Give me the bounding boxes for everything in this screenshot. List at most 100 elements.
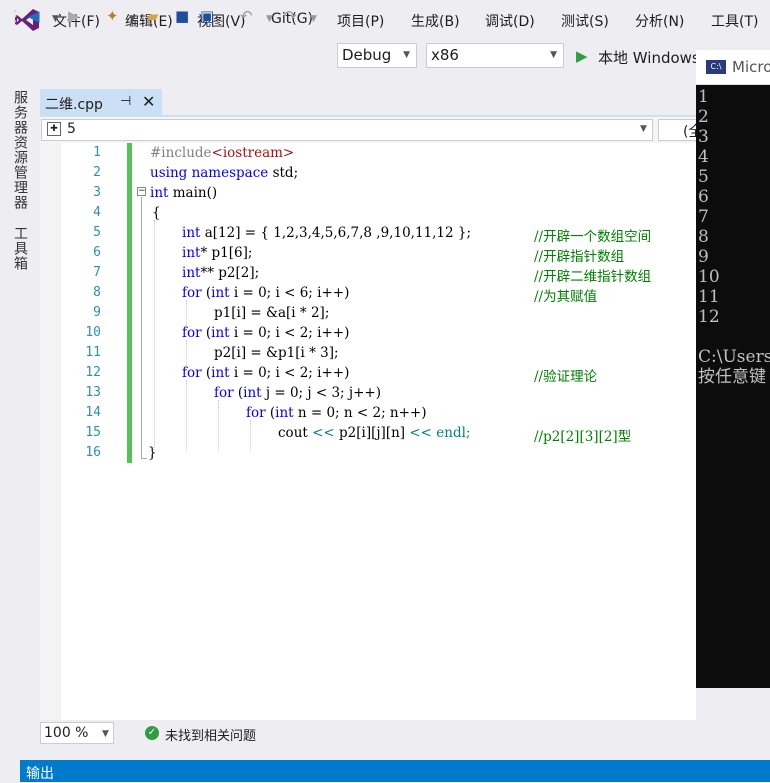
code-line: for (int i = 0; i < 2; i++)	[182, 365, 349, 381]
code-token: n = 0; n < 2; n++)	[293, 405, 427, 421]
code-line: int** p2[2];	[182, 265, 259, 281]
code-token: (	[201, 325, 212, 341]
redo-dropdown-icon[interactable]: ▼	[310, 11, 317, 27]
code-token: * p1[6];	[200, 245, 253, 261]
console-app-icon: C:\	[706, 60, 726, 74]
console-path-line: C:\Users	[698, 347, 770, 367]
code-token: p2[i] = &p1[i * 3];	[214, 345, 339, 361]
code-token: (	[265, 405, 276, 421]
line-number: 7	[93, 265, 101, 280]
chevron-down-icon: ▼	[403, 50, 410, 60]
line-number: 16	[85, 445, 101, 460]
back-dropdown-icon[interactable]: ▼	[52, 11, 59, 27]
code-token: i = 0; i < 2; i++)	[229, 325, 350, 341]
console-output-line: 2	[698, 107, 709, 127]
line-number: 8	[93, 285, 101, 300]
check-circle-icon: ✓	[145, 726, 159, 740]
code-token: (	[233, 385, 244, 401]
keyword-token: int	[211, 325, 230, 341]
code-token: {	[152, 205, 161, 221]
console-output-line: 5	[698, 167, 709, 187]
chevron-down-icon[interactable]: ▼	[102, 729, 109, 739]
indent-guide	[186, 380, 187, 450]
code-line: int a[12] = { 1,2,3,4,5,6,7,8 ,9,10,11,1…	[182, 225, 471, 241]
menu-debug[interactable]: 调试(D)	[485, 11, 535, 31]
scope-icon: ✚	[47, 122, 61, 136]
code-line: }	[148, 445, 157, 461]
code-token: (	[201, 285, 212, 301]
keyword-token: int	[182, 225, 201, 241]
new-project-icon[interactable]: ✦	[106, 8, 119, 24]
indent-guide	[250, 420, 251, 450]
line-number: 5	[93, 225, 101, 240]
console-title: Micro	[732, 58, 770, 76]
undo-icon[interactable]: ↶	[240, 8, 253, 24]
console-prompt-line: 按任意键	[698, 367, 766, 387]
menu-tools[interactable]: 工具(T)	[711, 11, 758, 31]
back-icon[interactable]: ◀	[28, 8, 40, 24]
code-token: j = 0; j < 3; j++)	[261, 385, 381, 401]
platform-select[interactable]: x86 ▼	[426, 43, 564, 68]
line-number: 10	[85, 325, 101, 340]
code-line: for (int j = 0; j < 3; j++)	[214, 385, 381, 401]
operator-token: <<	[312, 425, 335, 441]
save-icon[interactable]: ■	[175, 8, 189, 24]
chevron-down-icon[interactable]: ▼	[640, 124, 647, 134]
member-select[interactable]	[41, 119, 653, 141]
menu-build[interactable]: 生成(B)	[411, 11, 460, 31]
console-output-line: 4	[698, 147, 709, 167]
collapse-icon[interactable]: −	[137, 187, 146, 196]
line-number: 9	[93, 305, 101, 320]
code-line: p1[i] = &a[i * 2];	[214, 305, 329, 321]
tab-server-explorer[interactable]: 服务器资源管理器	[10, 90, 30, 210]
code-token: a[12] = { 1,2,3,4,5,6,7,8 ,9,10,11,12 };	[200, 225, 472, 241]
pin-icon[interactable]: ⊣	[120, 94, 131, 109]
redo-icon[interactable]: ↷	[284, 8, 297, 24]
new-dropdown-icon[interactable]: ▼	[129, 11, 136, 27]
menu-project[interactable]: 项目(P)	[337, 11, 384, 31]
issues-status[interactable]: 未找到相关问题	[165, 725, 256, 744]
run-play-icon[interactable]: ▶	[576, 47, 588, 65]
keyword-token: int	[150, 185, 169, 201]
forward-icon[interactable]: ▶	[68, 8, 80, 24]
line-number: 15	[85, 425, 101, 440]
console-output-line: 11	[698, 287, 720, 307]
close-icon[interactable]: ✕	[142, 92, 155, 111]
code-token: ** p2[2];	[200, 265, 260, 281]
include-target-token: <iostream>	[211, 145, 295, 161]
code-token: std;	[268, 165, 299, 181]
keyword-token: int	[211, 285, 230, 301]
member-value: 5	[67, 121, 76, 137]
keyword-token: int	[275, 405, 294, 421]
comment-token: //开辟指针数组	[534, 249, 625, 265]
open-folder-icon[interactable]: ▰	[147, 8, 159, 24]
keyword-token: int	[182, 265, 201, 281]
code-token: p1[i] = &a[i * 2];	[214, 305, 330, 321]
toolbar-grip-icon: ⋮	[8, 7, 23, 25]
line-number: 2	[93, 165, 101, 180]
comment-token: //开辟一个数组空间	[534, 229, 652, 245]
comment-token: //为其赋值	[534, 289, 598, 305]
run-target-label[interactable]: 本地 Windows	[598, 47, 700, 68]
output-panel-label[interactable]: 输出	[26, 763, 54, 783]
tab-toolbox[interactable]: 工具箱	[10, 226, 30, 271]
code-line: for (int i = 0; i < 2; i++)	[182, 325, 349, 341]
line-number: 12	[85, 365, 101, 380]
line-number: 6	[93, 245, 101, 260]
menu-analyze[interactable]: 分析(N)	[635, 11, 684, 31]
code-token: i = 0; i < 6; i++)	[229, 285, 350, 301]
code-line: p2[i] = &p1[i * 3];	[214, 345, 339, 361]
menu-test[interactable]: 测试(S)	[561, 11, 609, 31]
console-output-line: 8	[698, 227, 709, 247]
document-tab-label[interactable]: 二维.cpp	[45, 94, 103, 114]
indent-guide	[218, 400, 219, 450]
undo-dropdown-icon[interactable]: ▼	[266, 11, 273, 27]
keyword-token: for	[182, 365, 202, 381]
save-all-icon[interactable]: ▣	[200, 8, 214, 24]
console-output-line: 12	[698, 307, 720, 327]
config-select[interactable]: Debug ▼	[337, 43, 417, 68]
output-panel-bar[interactable]	[20, 760, 770, 782]
code-token: }	[148, 445, 157, 461]
code-line: int* p1[6];	[182, 245, 252, 261]
platform-value: x86	[431, 46, 459, 64]
